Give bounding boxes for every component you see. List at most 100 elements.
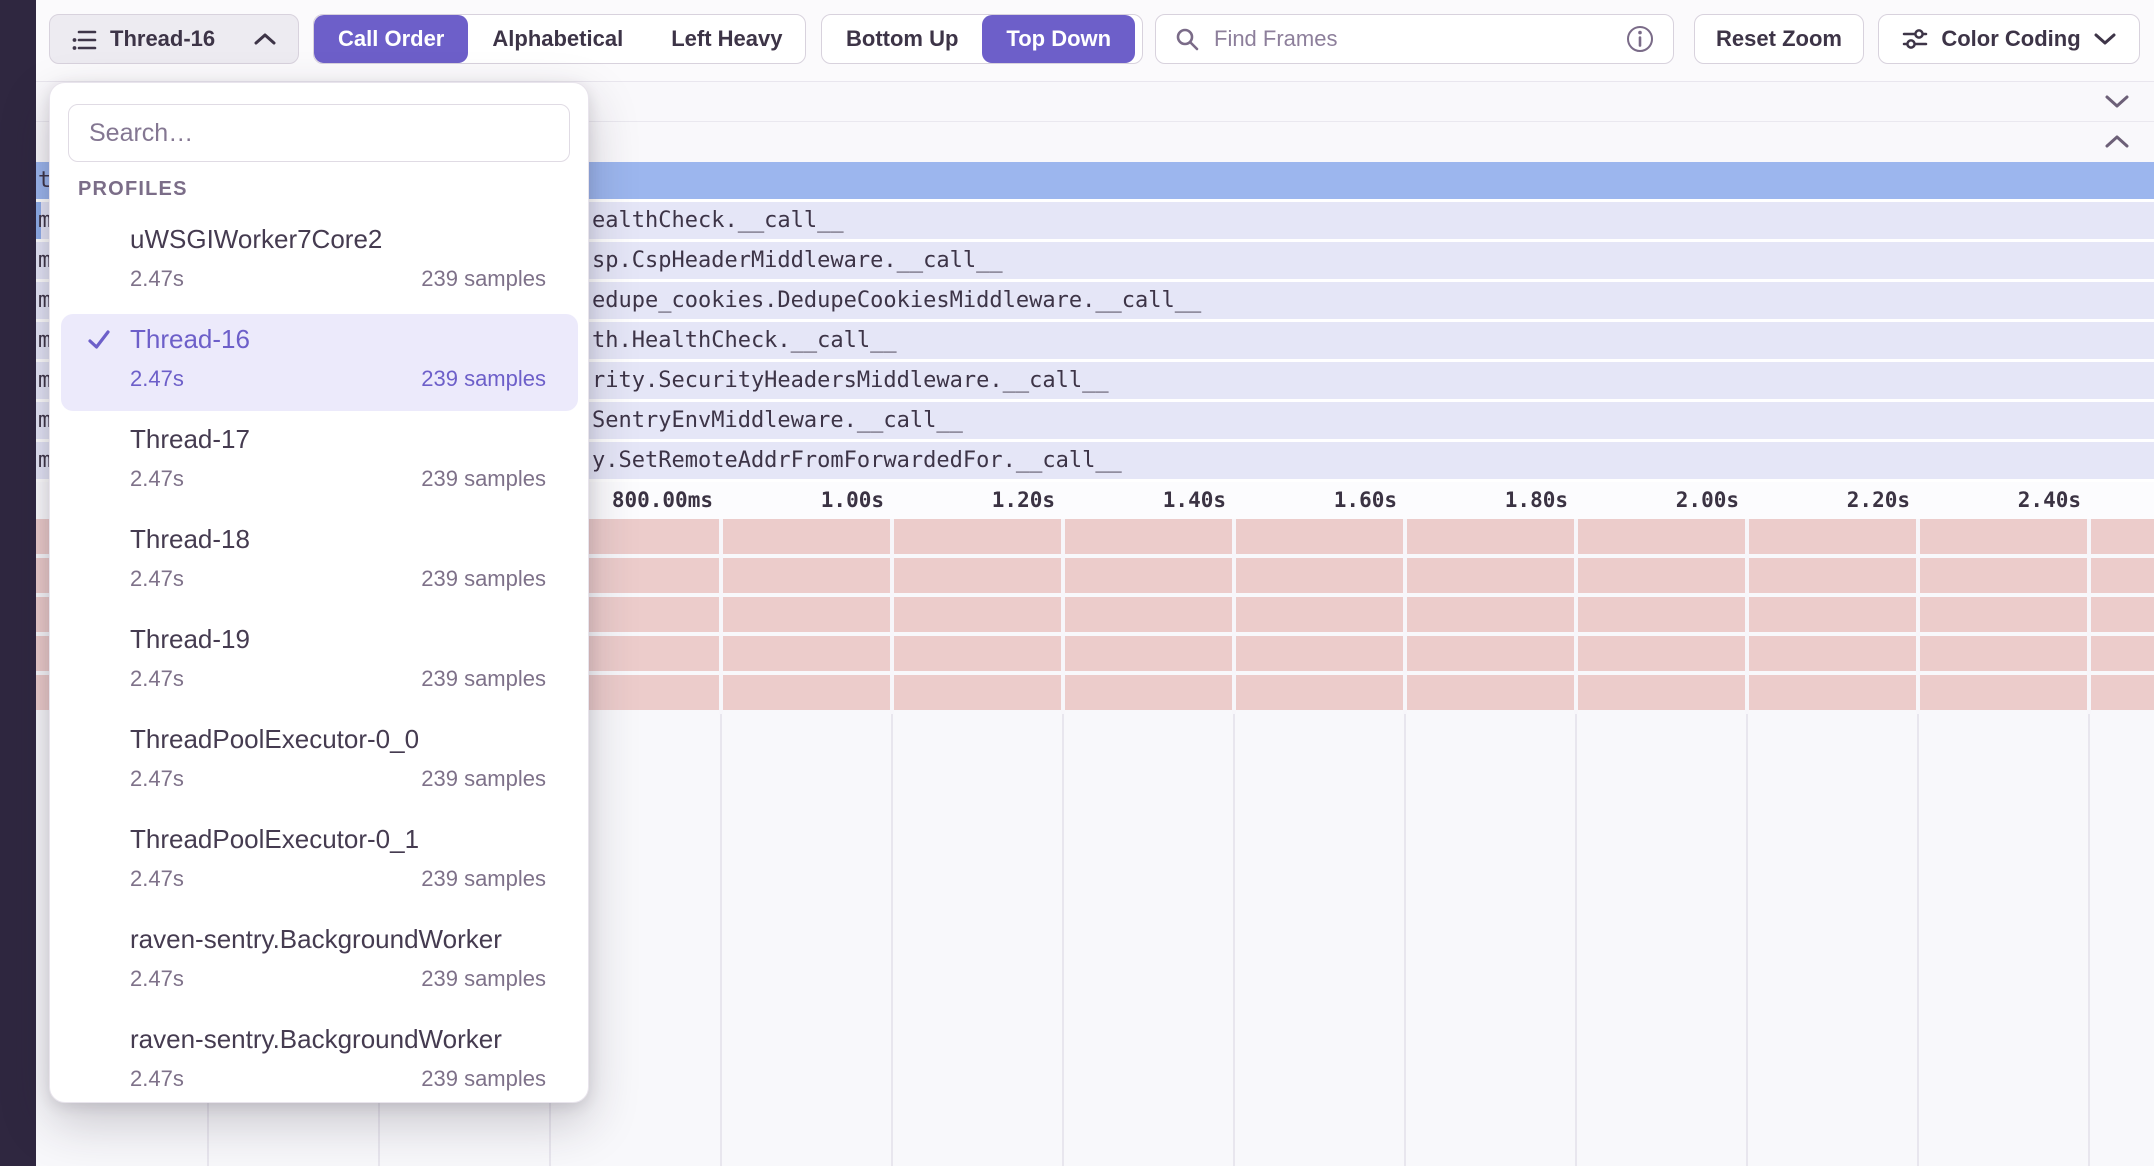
profile-name: Thread-17 — [130, 424, 250, 455]
profile-samples: 239 samples — [421, 766, 546, 792]
profile-item-thread-19[interactable]: Thread-192.47s239 samples — [50, 610, 588, 710]
gridline — [720, 714, 722, 1166]
color-coding-button[interactable]: Color Coding — [1878, 14, 2140, 64]
gridline — [1403, 519, 1407, 714]
thread-selector-label: Thread-16 — [110, 26, 215, 52]
profile-name: ThreadPoolExecutor-0_1 — [130, 824, 419, 855]
time-tick-label: 1.20s — [992, 482, 1055, 519]
sliders-icon — [1901, 26, 1929, 52]
profile-item-threadpoolexecutor-0-1[interactable]: ThreadPoolExecutor-0_1 2.47s 239 samples — [50, 810, 588, 910]
profile-duration: 2.47s — [130, 866, 184, 892]
frame-label: ealthCheck.__call__ — [592, 202, 844, 239]
profile-duration: 2.47s — [130, 1066, 184, 1092]
profile-name: Thread-19 — [130, 624, 250, 655]
segment-top-down[interactable]: Top Down — [982, 15, 1135, 63]
gridline — [890, 519, 894, 714]
profile-item-threadpoolexecutor-0-0[interactable]: ThreadPoolExecutor-0_0 2.47s 239 samples — [50, 710, 588, 810]
profile-item-raven-sentry-backgroundworker[interactable]: raven-sentry.BackgroundWorker 2.47s 239 sa… — [50, 910, 588, 1010]
profile-duration: 2.47s — [130, 966, 184, 992]
gridline — [719, 519, 723, 714]
profile-duration: 2.47s — [130, 266, 184, 292]
gridline — [1062, 714, 1064, 1166]
time-tick-label: 1.00s — [821, 482, 884, 519]
sort-segmented-control: Call OrderAlphabeticalLeft Heavy — [313, 14, 806, 64]
profile-samples: 239 samples — [421, 866, 546, 892]
profile-duration: 2.47s — [130, 766, 184, 792]
chevron-up-icon[interactable] — [2102, 133, 2132, 151]
frame-label: rity.SecurityHeadersMiddleware.__call__ — [592, 362, 1109, 399]
frame-label: sp.CspHeaderMiddleware.__call__ — [592, 242, 1003, 279]
gridline — [1916, 519, 1920, 714]
profile-name: raven-sentry.BackgroundWorker — [130, 1024, 502, 1055]
time-tick-label: 1.60s — [1334, 482, 1397, 519]
profiler-app: Thread-16 Call OrderAlphabeticalLeft Hea… — [0, 0, 2154, 1166]
segment-bottom-up[interactable]: Bottom Up — [822, 15, 982, 63]
info-icon[interactable] — [1625, 24, 1655, 54]
profile-item-uwsgiworker7core2[interactable]: uWSGIWorker7Core2 2.47s 239 samples — [50, 210, 588, 310]
segment-left-heavy[interactable]: Left Heavy — [647, 15, 806, 63]
find-frames-input[interactable] — [1212, 25, 1613, 53]
gridline — [1917, 714, 1919, 1166]
gridline — [1745, 519, 1749, 714]
profile-name: Thread-18 — [130, 524, 250, 555]
segment-alphabetical[interactable]: Alphabetical — [468, 15, 647, 63]
gridline — [1575, 714, 1577, 1166]
gridline — [1404, 714, 1406, 1166]
list-icon — [70, 26, 98, 52]
time-tick-label: 2.00s — [1676, 482, 1739, 519]
profile-item-thread-16[interactable]: Thread-16 2.47s 239 samples — [50, 310, 588, 410]
frame-label: edupe_cookies.DedupeCookiesMiddleware.__… — [592, 282, 1201, 319]
profiles-section-label: PROFILES — [78, 178, 188, 201]
reset-zoom-label: Reset Zoom — [1716, 26, 1842, 52]
gridline — [1061, 519, 1065, 714]
profile-samples: 239 samples — [421, 366, 546, 392]
gridline — [1746, 714, 1748, 1166]
profile-name: uWSGIWorker7Core2 — [130, 224, 382, 255]
gridline — [891, 714, 893, 1166]
time-tick-label: 1.80s — [1505, 482, 1568, 519]
gridline — [1233, 714, 1235, 1166]
color-coding-label: Color Coding — [1941, 26, 2080, 52]
direction-segmented-control: Bottom UpTop Down — [821, 14, 1143, 64]
profile-item-thread-17[interactable]: Thread-17 2.47s 239 samples — [50, 410, 588, 510]
find-frames-box — [1155, 14, 1674, 64]
time-tick-label: 1.40s — [1163, 482, 1226, 519]
toolbar: Thread-16 Call OrderAlphabeticalLeft Hea… — [36, 0, 2154, 82]
frame-label: y.SetRemoteAddrFromForwardedFor.__call__ — [592, 442, 1122, 479]
profile-samples: 239 samples — [421, 266, 546, 292]
time-tick-label: 800.00ms — [612, 482, 713, 519]
checkmark-icon — [86, 327, 112, 353]
profile-duration: 2.47s — [130, 666, 184, 692]
thread-selector-button[interactable]: Thread-16 — [49, 14, 299, 64]
segment-call-order[interactable]: Call Order — [314, 15, 468, 63]
frame-label: SentryEnvMiddleware.__call__ — [592, 402, 963, 439]
profile-duration: 2.47s — [130, 566, 184, 592]
gridline — [2087, 519, 2091, 714]
time-tick-label: 2.20s — [1847, 482, 1910, 519]
profile-name: Thread-16 — [130, 324, 250, 355]
profile-name: raven-sentry.BackgroundWorker — [130, 924, 502, 955]
profile-name: ThreadPoolExecutor-0_0 — [130, 724, 419, 755]
thread-selector-dropdown: PROFILES uWSGIWorker7Core2 2.47s 239 sampl… — [49, 82, 589, 1103]
profile-duration: 2.47s — [130, 366, 184, 392]
reset-zoom-button[interactable]: Reset Zoom — [1694, 14, 1864, 64]
profile-item-thread-18[interactable]: Thread-18 2.47s 239 samples — [50, 510, 588, 610]
chevron-down-icon[interactable] — [2102, 93, 2132, 111]
profile-item-raven-sentry-backgroundworker[interactable]: raven-sentry.BackgroundWorker 2.47s 239 sa… — [50, 1010, 588, 1110]
left-dark-rail — [0, 0, 36, 1166]
gridline — [1232, 519, 1236, 714]
search-icon — [1174, 26, 1200, 52]
gridline — [2088, 714, 2090, 1166]
profiles-list: uWSGIWorker7Core22.47s239 samplesThread-… — [50, 210, 588, 1110]
profile-samples: 239 samples — [421, 966, 546, 992]
profile-samples: 239 samples — [421, 566, 546, 592]
profile-samples: 239 samples — [421, 1066, 546, 1092]
chevron-down-icon — [2093, 32, 2117, 47]
chevron-up-icon — [252, 31, 278, 47]
dropdown-search-input[interactable] — [68, 104, 570, 162]
gridline — [1574, 519, 1578, 714]
frame-label: th.HealthCheck.__call__ — [592, 322, 897, 359]
profile-samples: 239 samples — [421, 466, 546, 492]
time-tick-label: 2.40s — [2018, 482, 2081, 519]
profile-duration: 2.47s — [130, 466, 184, 492]
